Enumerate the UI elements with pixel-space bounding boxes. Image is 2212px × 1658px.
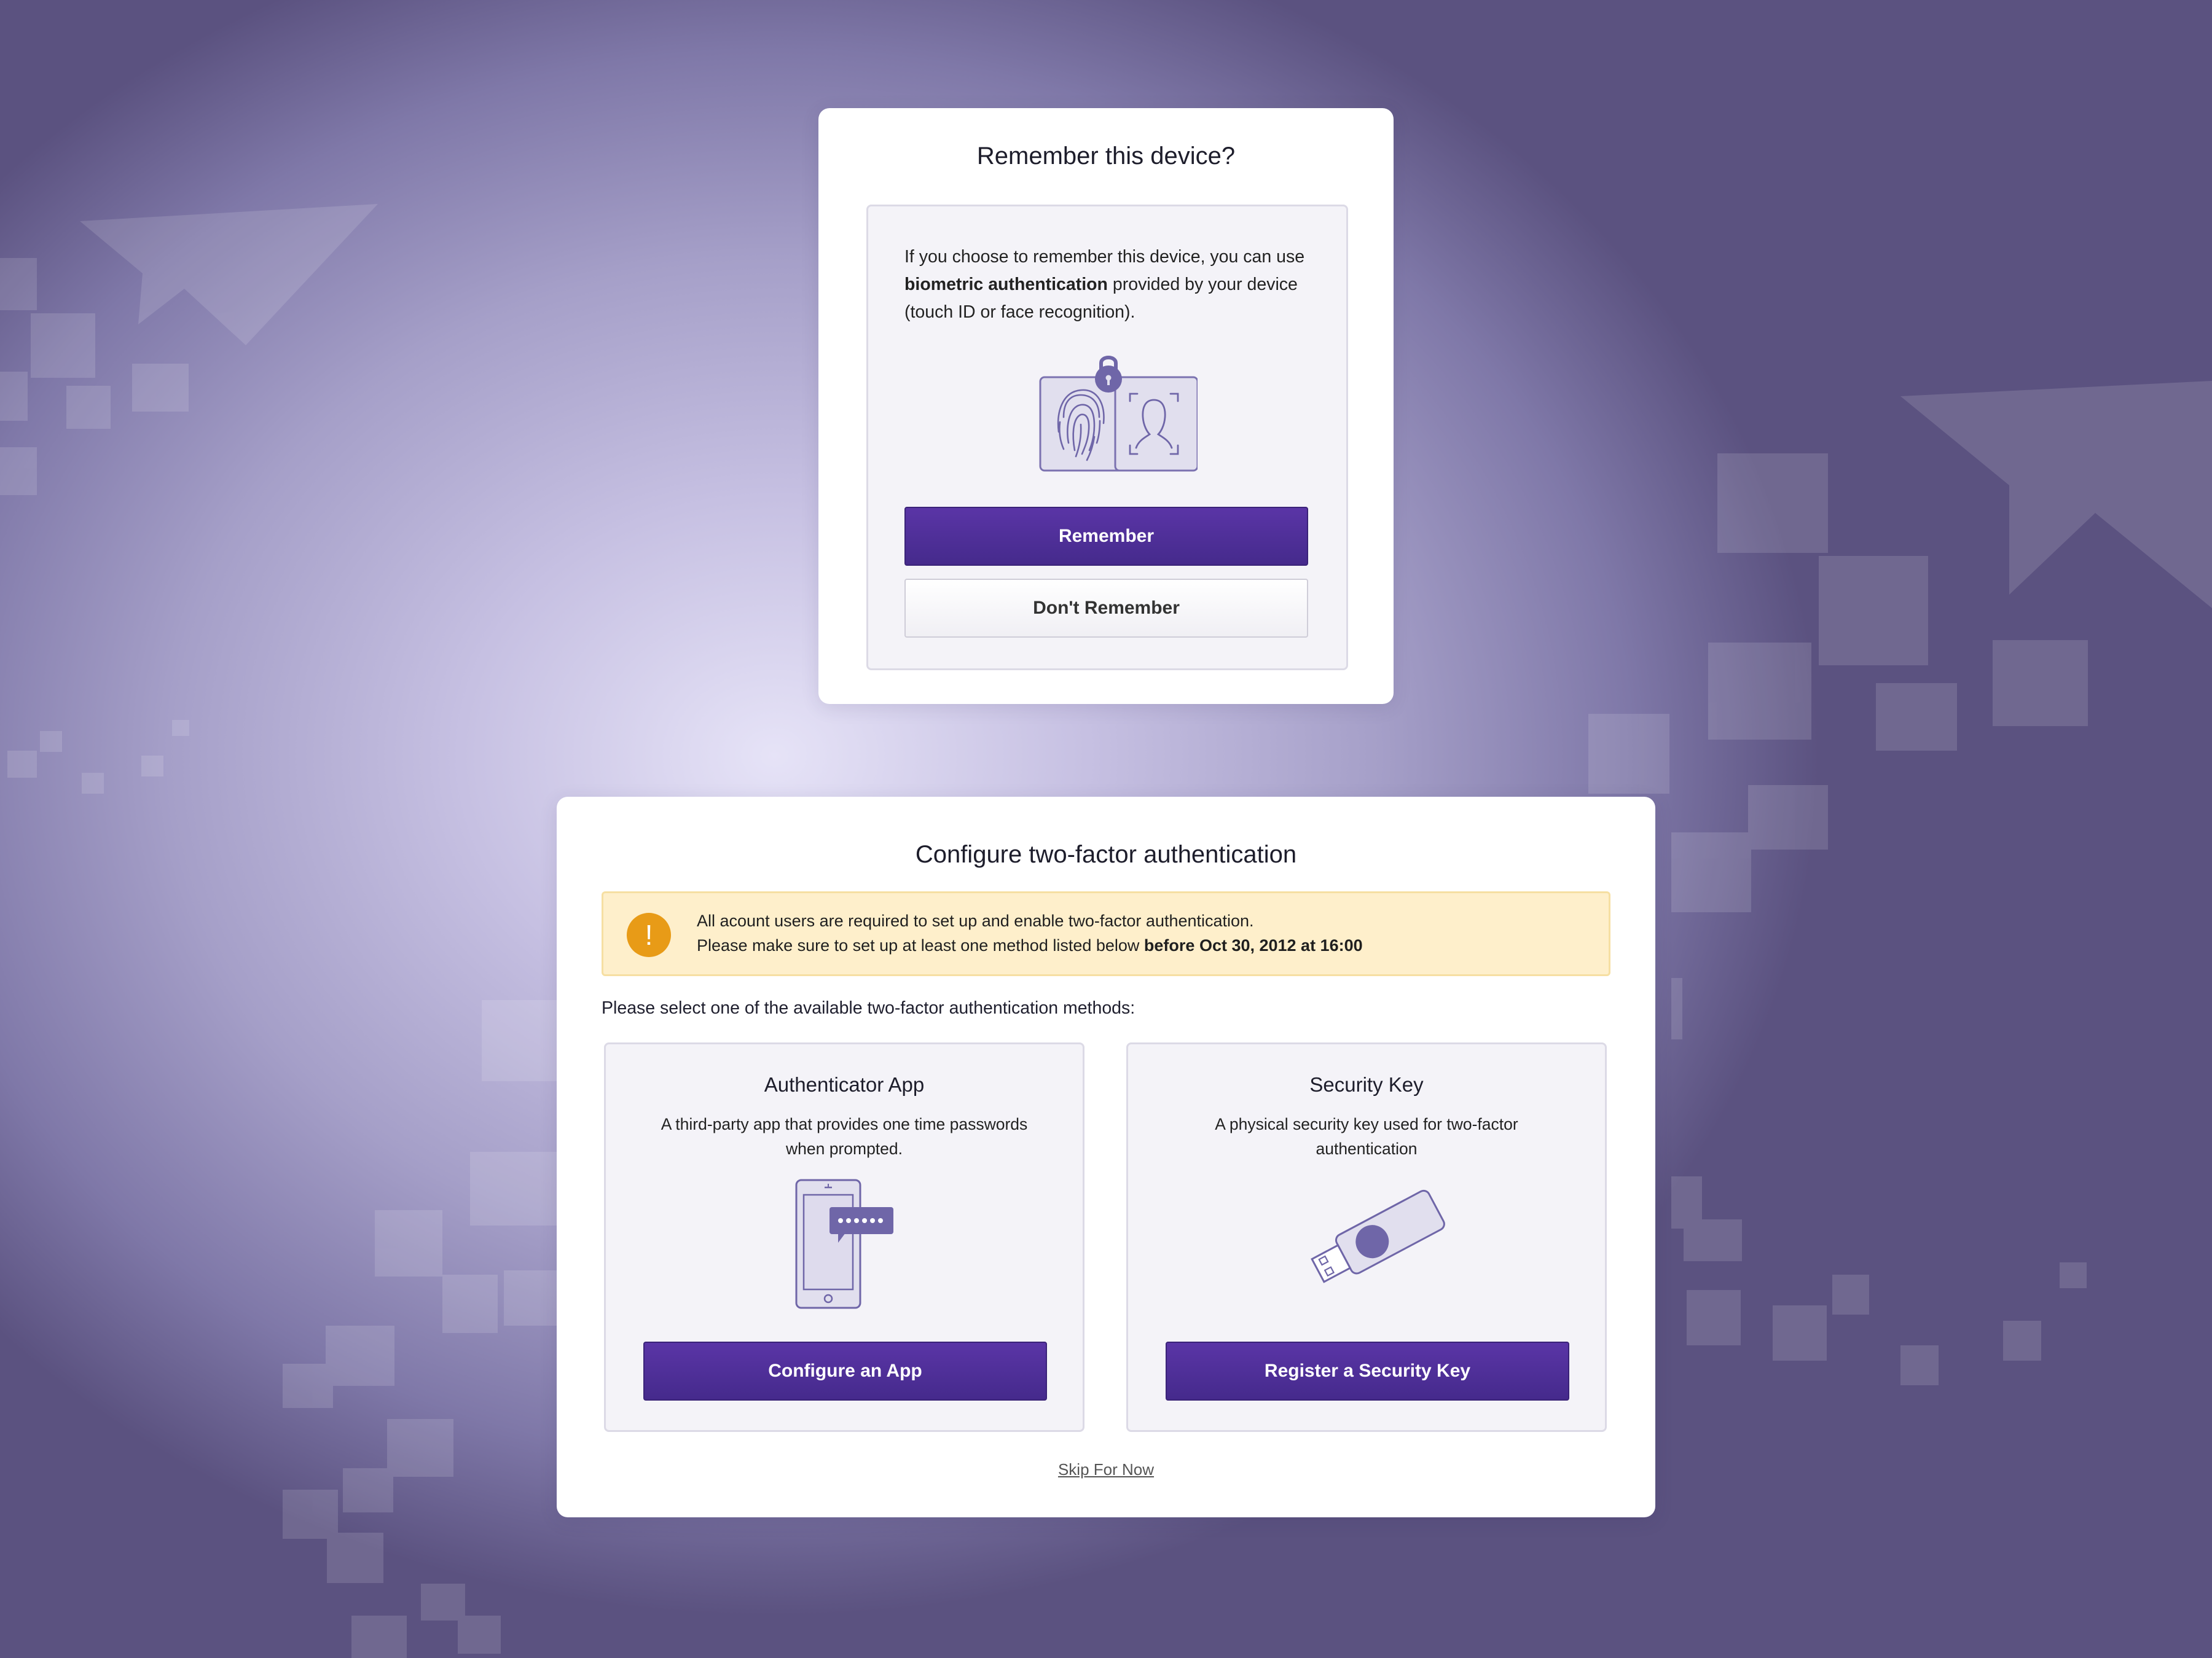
usb-security-key-icon	[1311, 1189, 1445, 1283]
exclamation-icon: !	[627, 913, 671, 957]
authenticator-app-card: Authenticator App A third-party app that…	[604, 1042, 1084, 1432]
remember-device-card: Remember this device? If you choose to r…	[818, 108, 1394, 704]
two-factor-card: Configure two-factor authentication ! Al…	[557, 797, 1655, 1517]
warning-deadline: before Oct 30, 2012 at 16:00	[1143, 936, 1363, 955]
face-recognition-icon	[1114, 376, 1199, 472]
authenticator-illustration	[606, 1176, 1083, 1312]
configure-app-button[interactable]: Configure an App	[643, 1342, 1047, 1401]
dont-remember-button[interactable]: Don't Remember	[904, 579, 1308, 638]
warning-line-2-text: Please make sure to set up at least one …	[697, 936, 1144, 955]
warning-banner: ! All acount users are required to set u…	[602, 891, 1610, 976]
select-method-text: Please select one of the available two-f…	[602, 998, 1135, 1018]
biometric-illustration	[1019, 351, 1199, 480]
register-security-key-button[interactable]: Register a Security Key	[1166, 1342, 1569, 1401]
remember-button[interactable]: Remember	[904, 507, 1308, 566]
smartphone-otp-icon	[795, 1179, 893, 1309]
authenticator-app-description: A third-party app that provides one time…	[661, 1115, 1028, 1158]
remember-device-description: If you choose to remember this device, y…	[904, 243, 1316, 326]
warning-line-1: All acount users are required to set up …	[697, 912, 1254, 930]
description-text-start: If you choose to remember this device, y…	[904, 247, 1305, 267]
remember-device-panel: If you choose to remember this device, y…	[866, 205, 1348, 670]
authenticator-app-title: Authenticator App	[764, 1073, 925, 1096]
security-key-card: Security Key A physical security key use…	[1126, 1042, 1607, 1432]
two-factor-title: Configure two-factor authentication	[915, 841, 1297, 868]
description-text-bold: biometric authentication	[904, 275, 1108, 294]
security-key-illustration	[1128, 1176, 1605, 1312]
remember-device-title: Remember this device?	[976, 143, 1236, 170]
security-key-title: Security Key	[1309, 1073, 1424, 1096]
security-key-description: A physical security key used for two-fac…	[1215, 1115, 1518, 1158]
padlock-icon	[1095, 356, 1122, 393]
warning-line-2: Please make sure to set up at least one …	[697, 936, 1363, 955]
skip-for-now-link[interactable]: Skip For Now	[557, 1460, 1655, 1479]
